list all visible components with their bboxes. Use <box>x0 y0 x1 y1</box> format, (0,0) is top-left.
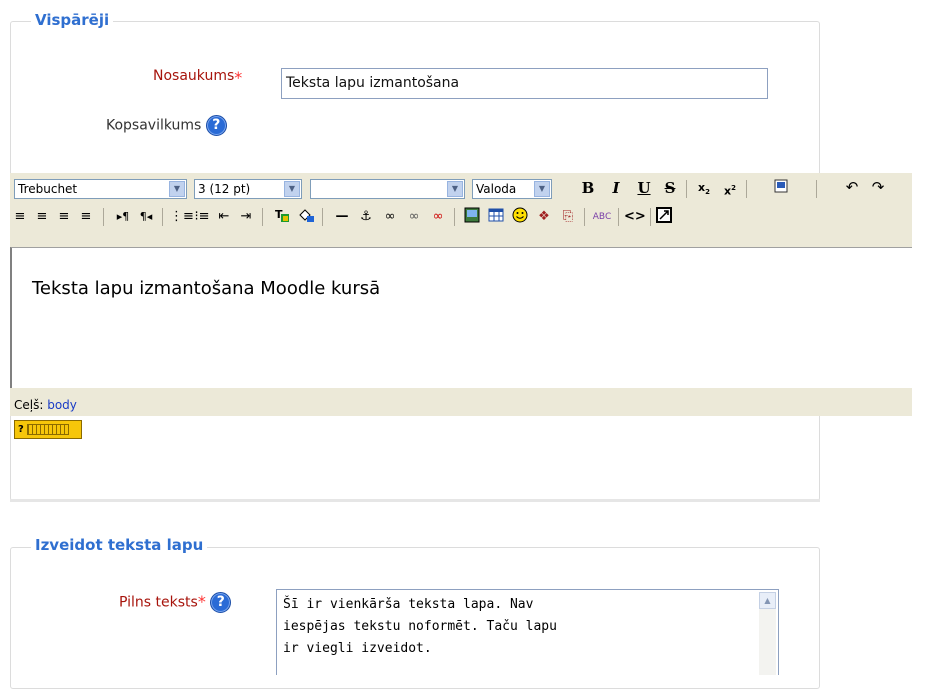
background-color-icon[interactable] <box>296 207 316 227</box>
fullscreen-icon[interactable] <box>654 207 674 227</box>
required-icon: * <box>234 68 243 87</box>
paste-word-icon[interactable] <box>772 178 792 198</box>
help-icon[interactable]: ? <box>205 115 227 136</box>
align-left-icon[interactable]: ≡ <box>10 207 30 227</box>
summary-label: Kopsavilkums ? <box>106 115 227 136</box>
keyboard-help-icon[interactable]: ? <box>14 420 82 439</box>
ltr-icon[interactable]: ▸¶ <box>113 207 133 227</box>
text-color-icon[interactable]: T <box>272 207 292 227</box>
general-fieldset-shadow <box>10 499 820 502</box>
nolink-icon[interactable]: ∞ <box>428 207 448 227</box>
toolbar-separator <box>686 180 687 198</box>
toolbar-separator <box>618 208 619 226</box>
format-select[interactable]: ▼ <box>310 179 465 199</box>
font-size-value: 3 (12 pt) <box>198 182 251 196</box>
insert-table-icon[interactable] <box>486 207 506 227</box>
fulltext-label-text: Pilns teksts <box>119 594 198 611</box>
toolbar-separator <box>103 208 104 226</box>
strikethrough-button[interactable]: S <box>660 178 680 198</box>
subscript-button[interactable]: x2 <box>694 178 714 198</box>
path-label: Ceļš: <box>14 398 44 412</box>
toolbar-separator <box>322 208 323 226</box>
keyboard-icon <box>26 423 69 435</box>
justify-icon[interactable]: ≡ <box>76 207 96 227</box>
bold-button[interactable]: B <box>578 178 598 198</box>
toolbar-separator <box>584 208 585 226</box>
editor-content-area[interactable]: Teksta lapu izmantošana Moodle kursā <box>10 247 912 388</box>
link-icon[interactable]: ∞ <box>380 207 400 227</box>
html-source-icon[interactable]: <> <box>624 207 646 227</box>
name-input[interactable]: Teksta lapu izmantošana <box>281 68 768 99</box>
scrollbar-track[interactable] <box>759 609 776 675</box>
fulltext-label: Pilns teksts* ? <box>119 592 232 613</box>
toolbar-separator <box>162 208 163 226</box>
language-select[interactable]: Valoda ▼ <box>472 179 552 199</box>
font-family-value: Trebuchet <box>18 182 78 196</box>
rtl-icon[interactable]: ¶◂ <box>136 207 156 227</box>
toolbar-separator <box>816 180 817 198</box>
name-label: Nosaukums* <box>153 68 242 87</box>
insert-image-icon[interactable] <box>462 207 482 227</box>
horizontal-rule-icon[interactable]: — <box>332 207 352 227</box>
toolbar-separator <box>454 208 455 226</box>
chevron-down-icon: ▼ <box>169 181 185 197</box>
ordered-list-icon[interactable]: ⋮≡ <box>170 207 194 227</box>
scroll-up-icon[interactable]: ▲ <box>759 592 776 609</box>
paste-text-icon[interactable]: ⎘ <box>558 207 578 227</box>
toolbar-separator <box>746 180 747 198</box>
unordered-list-icon[interactable]: ⁝≡ <box>192 207 212 227</box>
italic-button[interactable]: I <box>606 178 626 198</box>
name-label-text: Nosaukums <box>153 68 235 84</box>
font-size-select[interactable]: 3 (12 pt) ▼ <box>194 179 302 199</box>
help-icon[interactable]: ? <box>210 592 232 613</box>
editor-toolbar: Trebuchet ▼ 3 (12 pt) ▼ ▼ Valoda ▼ B I U… <box>10 173 912 247</box>
font-family-select[interactable]: Trebuchet ▼ <box>14 179 187 199</box>
fulltext-value[interactable]: Šī ir vienkārša teksta lapa. Nav iespēja… <box>283 594 753 660</box>
outdent-icon[interactable]: ⇤ <box>214 207 234 227</box>
chevron-down-icon: ▼ <box>284 181 300 197</box>
toolbar-separator <box>262 208 263 226</box>
spellcheck-icon[interactable]: ABC <box>592 207 612 227</box>
redo-icon[interactable]: ↷ <box>868 177 888 197</box>
superscript-button[interactable]: x2 <box>720 178 740 198</box>
editor-path-bar: Ceļš: body <box>10 388 912 416</box>
editor-content-text[interactable]: Teksta lapu izmantošana Moodle kursā <box>32 278 380 299</box>
align-right-icon[interactable]: ≡ <box>54 207 74 227</box>
path-body-link[interactable]: body <box>47 398 77 412</box>
undo-icon[interactable]: ↶ <box>842 177 862 197</box>
general-legend: Vispārēji <box>31 11 114 29</box>
align-center-icon[interactable]: ≡ <box>32 207 52 227</box>
language-value: Valoda <box>476 182 517 196</box>
keyboard-help-glyph: ? <box>18 424 24 435</box>
unlink-icon[interactable]: ∞ <box>404 207 424 227</box>
underline-button[interactable]: U <box>634 178 654 198</box>
anchor-icon[interactable]: ⚓ <box>356 207 376 227</box>
smiley-icon[interactable] <box>510 207 530 227</box>
fulltext-textarea[interactable]: Šī ir vienkārša teksta lapa. Nav iespēja… <box>276 589 779 675</box>
chevron-down-icon: ▼ <box>534 181 550 197</box>
required-icon: * <box>197 592 206 611</box>
indent-icon[interactable]: ⇥ <box>236 207 256 227</box>
summary-label-text: Kopsavilkums <box>106 117 202 134</box>
special-char-icon[interactable]: ❖ <box>534 207 554 227</box>
chevron-down-icon: ▼ <box>447 181 463 197</box>
create-legend: Izveidot teksta lapu <box>31 536 208 554</box>
toolbar-separator <box>650 208 651 226</box>
